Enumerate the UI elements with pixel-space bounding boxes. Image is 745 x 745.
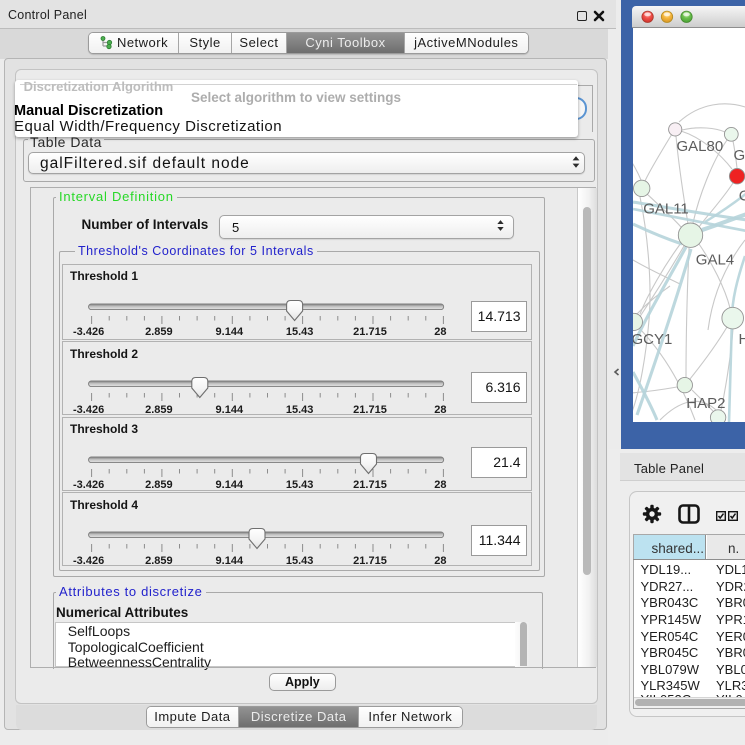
svg-text:GAL11: GAL11 (643, 201, 689, 218)
svg-text:HAP2: HAP2 (686, 395, 725, 412)
svg-text:GAL80: GAL80 (677, 138, 724, 155)
svg-text:GAL4: GAL4 (696, 252, 734, 269)
svg-text:H: H (739, 331, 745, 348)
svg-text:GCY1: GCY1 (633, 331, 672, 348)
svg-text:C: C (739, 188, 745, 205)
svg-text:GA: GA (734, 147, 745, 164)
